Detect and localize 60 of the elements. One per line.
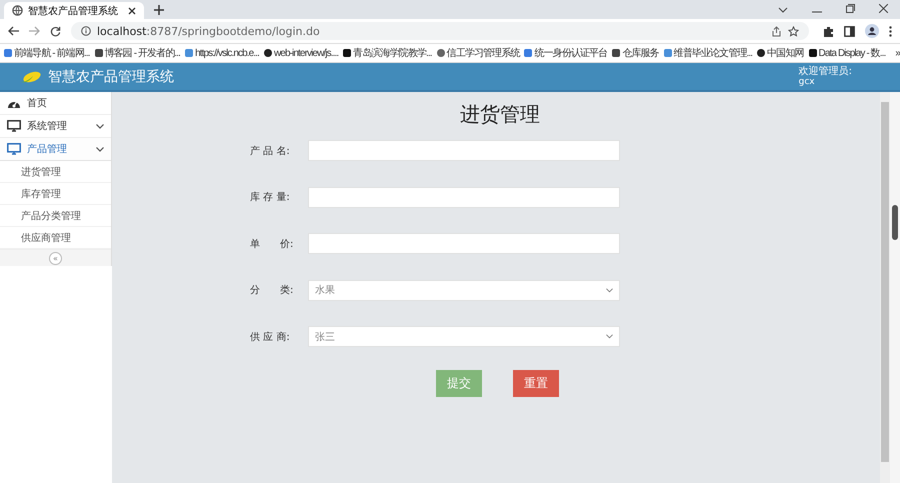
browser-tab[interactable]: 智慧农产品管理系统 [4,2,144,19]
back-arrow-icon[interactable] [8,26,19,36]
globe-icon [12,5,23,16]
reload-icon[interactable] [50,26,61,36]
info-icon [81,26,91,36]
reset-button[interactable]: 重置 [513,370,559,396]
close-icon[interactable] [128,6,136,14]
bookmark[interactable]: 前端导航 - 前端网... [4,46,90,60]
sidebar-item[interactable]: 首页 [0,92,111,115]
bookmark[interactable]: 维普毕业论文管理... [664,46,752,60]
app-title: 智慧农产品管理系统 [48,68,174,86]
input-field[interactable] [308,233,620,254]
bookmark[interactable]: 仓库服务 [612,46,659,60]
chevron-icon [96,146,104,152]
collapse-sidebar-button[interactable]: « [49,252,62,264]
bookmark[interactable]: Data Display - 数... [808,46,886,60]
chevron-icon [96,124,104,128]
bookmark[interactable]: 青岛滨海学院教学... [343,46,432,60]
field-label: 供 应 商: [250,330,291,344]
sidebar-subitem[interactable]: 产品分类管理 [0,205,111,227]
page-title: 进货管理 [460,101,540,128]
bookmark[interactable]: 信工学习管理系统 [436,46,520,60]
bookmark[interactable]: 博客园 - 开发者的... [94,46,180,60]
share-icon[interactable] [771,26,782,36]
bookmark[interactable]: 统一身份认证平台 [524,46,608,60]
bookmark[interactable]: web-interview/js.... [264,48,338,58]
close-icon[interactable] [879,4,888,13]
username: gcx [798,76,816,86]
field-label: 分 类: [250,284,294,297]
corn-logo-icon [20,70,42,84]
sidebar-subitem[interactable]: 库存管理 [0,183,111,205]
sidebar-subitem[interactable]: 进货管理 [0,161,111,183]
puzzle-icon[interactable] [823,26,834,36]
field-label: 单 价: [250,238,294,250]
chevron-down-icon [606,288,613,292]
minimize-icon[interactable] [812,11,822,13]
restore-icon[interactable] [846,4,855,13]
bookmark[interactable]: 中国知网 [757,46,804,60]
profile-avatar-icon[interactable] [865,24,879,38]
page-scrollbar[interactable] [890,92,900,483]
kebab-menu-icon[interactable] [889,26,892,36]
bookmark[interactable]: https://vslc.ncb.e... [185,48,259,58]
dropdown[interactable]: 水果 [308,280,620,300]
star-icon[interactable] [788,26,799,36]
field-label: 产 品 名: [250,144,291,158]
chevron-down-icon[interactable] [778,7,788,13]
chevron-down-icon [606,334,613,339]
more-bookmarks[interactable]: » [895,48,900,58]
address-field[interactable]: localhost:8787/springbootdemo/login.do [71,22,809,40]
sidebar-panel-icon[interactable] [844,26,855,36]
new-tab-icon[interactable] [154,5,164,15]
monitor-icon [7,120,21,132]
sidebar-subitem[interactable]: 供应商管理 [0,227,111,249]
field-label: 库 存 量: [250,190,291,204]
monitor-icon [7,143,21,155]
welcome-text: 欢迎管理员: [798,66,852,76]
input-field[interactable] [308,186,620,208]
input-field[interactable] [308,140,620,161]
scrollbar[interactable] [880,92,890,483]
dropdown[interactable]: 张三 [308,326,620,347]
